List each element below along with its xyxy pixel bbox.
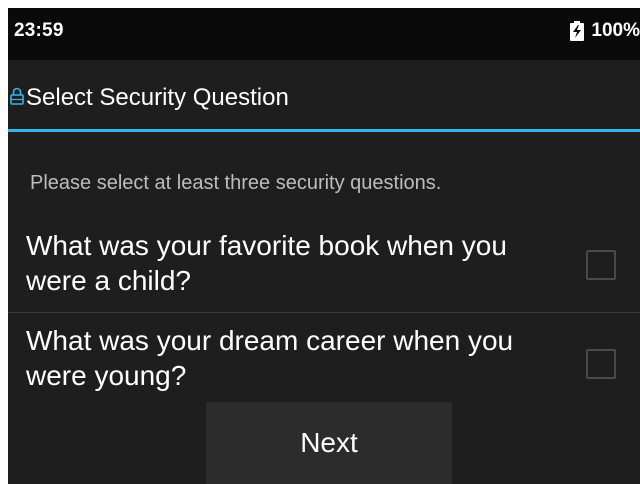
instruction-text: Please select at least three security qu… xyxy=(30,172,442,194)
next-button[interactable]: Next xyxy=(206,402,452,484)
battery-charging-icon xyxy=(569,21,585,41)
status-battery: 100% xyxy=(569,20,640,42)
lock-icon xyxy=(10,87,24,105)
question-checkbox[interactable] xyxy=(586,349,616,379)
status-bar: 23:59 100% xyxy=(8,8,640,60)
battery-level: 100% xyxy=(591,20,640,41)
bottom-bar: Next xyxy=(8,402,640,484)
question-text: What was your dream career when you were… xyxy=(26,325,514,391)
question-checkbox[interactable] xyxy=(586,250,616,280)
question-row[interactable]: What was your favorite book when you wer… xyxy=(8,228,640,308)
status-time: 23:59 xyxy=(14,20,64,41)
question-row[interactable]: What was your dream career when you were… xyxy=(8,312,640,393)
question-text: What was your favorite book when you wer… xyxy=(26,230,507,296)
title-bar: Select Security Question xyxy=(8,60,640,132)
page-title: Select Security Question xyxy=(26,84,289,111)
device-screen: 23:59 100% Select Security Question Plea… xyxy=(8,8,640,484)
question-list[interactable]: Please select at least three security qu… xyxy=(8,132,640,402)
